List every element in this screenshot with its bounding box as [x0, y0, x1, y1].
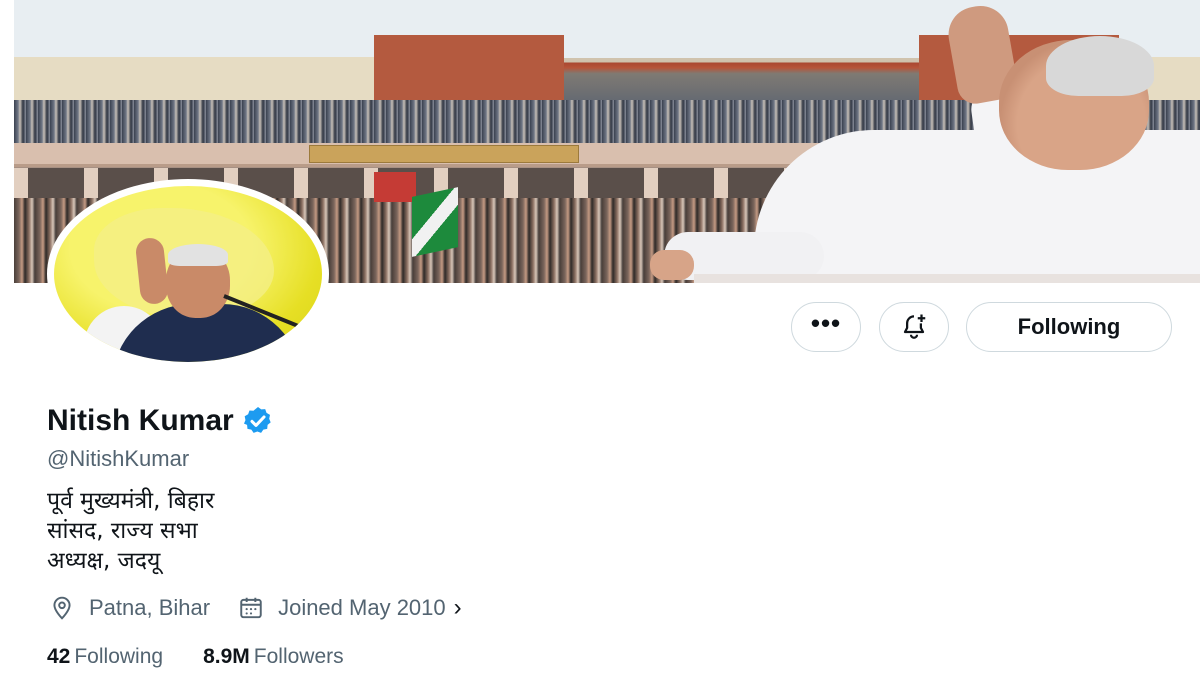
- banner-building: [374, 35, 564, 105]
- banner-person-hair: [1046, 36, 1154, 96]
- profile-bio: पूर्व मुख्यमंत्री, बिहार सांसद, राज्य सभ…: [47, 486, 214, 576]
- chevron-right-icon: ›: [453, 594, 462, 621]
- avatar-person-hair: [168, 244, 228, 266]
- profile-name-row: Nitish Kumar: [47, 404, 274, 438]
- calendar-icon: [240, 597, 262, 619]
- bio-line: सांसद, राज्य सभा: [47, 518, 198, 544]
- bio-line: पूर्व मुख्यमंत्री, बिहार: [47, 488, 215, 514]
- location-text: Patna, Bihar: [89, 595, 211, 620]
- profile-meta: Patna, Bihar Joined May 2010 ›: [49, 594, 490, 622]
- banner-building: [14, 57, 419, 103]
- banner-sign: [309, 145, 579, 163]
- notifications-button[interactable]: [879, 302, 949, 352]
- verified-badge-icon[interactable]: [242, 405, 274, 437]
- profile-stats: 42 Following 8.9M Followers: [47, 645, 384, 669]
- more-button[interactable]: •••: [791, 302, 861, 352]
- followers-count-link[interactable]: 8.9M Followers: [203, 645, 344, 669]
- profile-joined[interactable]: Joined May 2010 ›: [238, 594, 462, 622]
- profile-location: Patna, Bihar: [49, 595, 210, 621]
- profile-name: Nitish Kumar: [47, 404, 234, 437]
- bio-line: अध्यक्ष, जदयू: [47, 548, 161, 574]
- avatar-image[interactable]: [54, 186, 322, 362]
- joined-text: Joined May 2010: [278, 595, 446, 620]
- banner-flag: [412, 187, 458, 257]
- following-button[interactable]: Following: [966, 302, 1172, 352]
- banner-person-hand: [650, 250, 694, 280]
- location-pin-icon: [53, 596, 71, 620]
- banner-red-placard: [374, 172, 416, 202]
- following-count: 42: [47, 645, 71, 668]
- following-count-link[interactable]: 42 Following: [47, 645, 163, 669]
- profile-page: ••• Following Nitish Kumar @NitishKumar …: [14, 0, 1200, 675]
- banner-railing: [694, 274, 1200, 283]
- following-label: Following: [74, 645, 164, 668]
- profile-handle: @NitishKumar: [47, 446, 190, 471]
- more-icon: •••: [810, 308, 842, 338]
- bell-plus-icon: [903, 314, 926, 339]
- followers-label: Followers: [253, 645, 344, 668]
- followers-count: 8.9M: [203, 645, 250, 668]
